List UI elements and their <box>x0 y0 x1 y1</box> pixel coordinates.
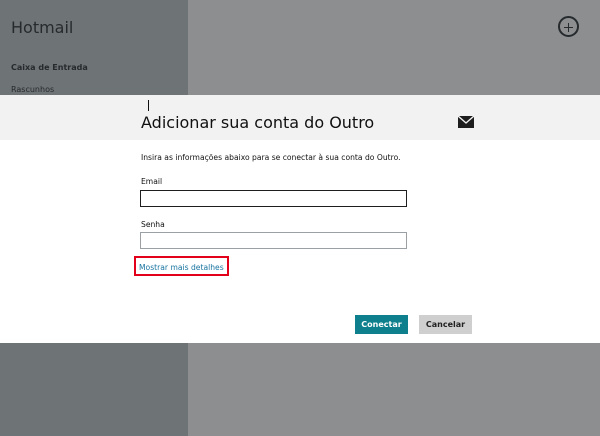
connect-button[interactable]: Conectar <box>355 315 408 334</box>
highlight-box <box>134 256 229 276</box>
dialog-title: Adicionar sua conta do Outro <box>141 113 375 132</box>
password-field[interactable] <box>140 232 407 249</box>
cancel-button[interactable]: Cancelar <box>419 315 472 334</box>
instructions-text: Insira as informações abaixo para se con… <box>141 153 401 162</box>
mail-icon <box>458 116 474 128</box>
add-account-dialog: Adicionar sua conta do Outro Insira as i… <box>0 95 600 343</box>
email-label: Email <box>141 177 163 186</box>
text-caret <box>148 100 149 111</box>
add-circle-icon[interactable] <box>558 16 579 37</box>
sidebar-item-drafts[interactable]: Rascunhos <box>11 85 54 94</box>
email-field[interactable] <box>140 190 407 207</box>
app-title: Hotmail <box>11 18 74 37</box>
password-label: Senha <box>141 220 165 229</box>
sidebar-item-inbox[interactable]: Caixa de Entrada <box>11 63 88 72</box>
dialog-header: Adicionar sua conta do Outro <box>0 95 600 140</box>
